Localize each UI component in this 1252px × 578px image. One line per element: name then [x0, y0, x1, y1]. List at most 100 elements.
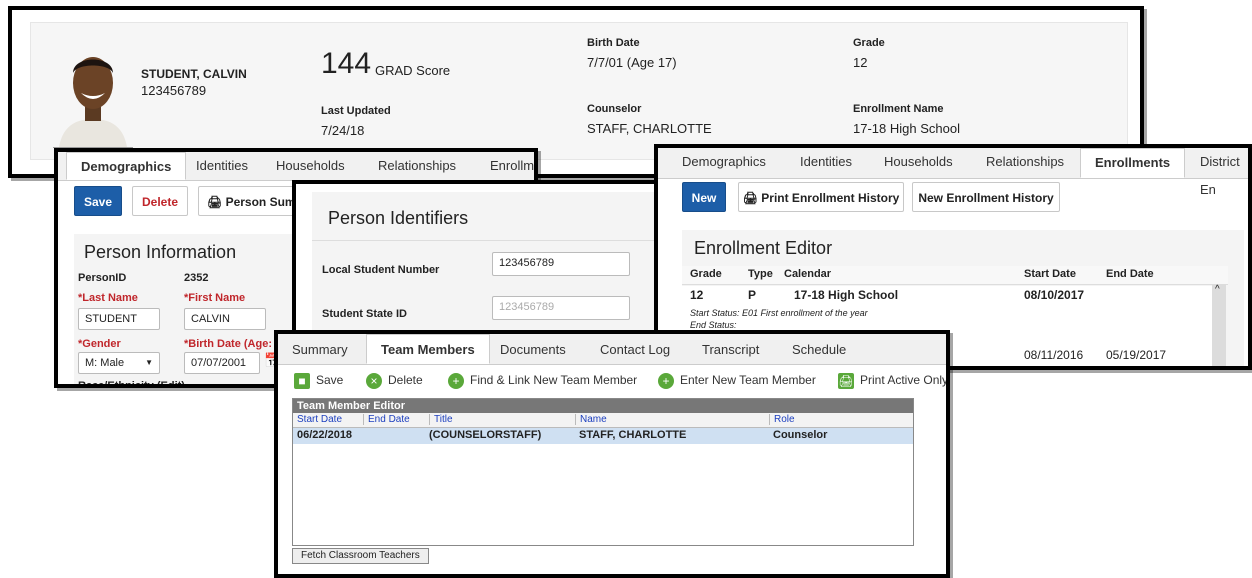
local-student-number-field[interactable]: 123456789 — [492, 252, 630, 276]
row-start-status: Start Status: E01 First enrollment of th… — [690, 308, 868, 318]
delete-button[interactable]: Delete — [132, 186, 188, 216]
grad-score-label: GRAD Score — [375, 63, 451, 78]
column-header-grade[interactable]: Grade — [690, 268, 722, 280]
person-summary-label: Person Sumr — [225, 195, 301, 209]
row-end-date: 05/19/2017 — [1106, 348, 1167, 362]
team-tabs: Summary Team Members Documents Contact L… — [278, 334, 946, 365]
student-state-id-field[interactable]: 123456789 — [492, 296, 630, 320]
team-member-editor: Team Member Editor Start Date End Date T… — [292, 398, 914, 546]
tab-district-enrollments[interactable]: District En — [1200, 148, 1248, 197]
column-header-name[interactable]: Name — [575, 414, 607, 425]
enrollment-name-label: Enrollment Name — [853, 103, 944, 115]
first-name-label: *First Name — [184, 292, 246, 304]
print-active-only-button[interactable]: 🖨 Print Active Only — [838, 370, 949, 390]
row-start-date: 08/10/2017 — [1024, 288, 1085, 302]
column-header-role[interactable]: Role — [769, 414, 795, 425]
row-type: P — [748, 288, 757, 302]
column-header-start-date[interactable]: Start Date — [1024, 268, 1076, 280]
row-end-status: End Status: — [690, 320, 737, 330]
column-header-calendar[interactable]: Calendar — [784, 268, 831, 280]
find-link-team-member-button[interactable]: + Find & Link New Team Member — [448, 370, 637, 390]
first-name-field[interactable]: CALVIN — [184, 308, 266, 330]
student-id: 123456789 — [141, 83, 207, 98]
demographics-tabs: Demographics Identities Households Relat… — [58, 152, 534, 181]
student-photo — [53, 43, 133, 148]
personid-value: 2352 — [184, 272, 209, 284]
student-name: STUDENT, CALVIN — [141, 67, 247, 81]
add-icon: + — [658, 372, 674, 389]
personid-label: PersonID — [78, 272, 127, 284]
save-icon: ■ — [294, 372, 310, 389]
column-header-end-date[interactable]: End Date — [363, 414, 410, 425]
grade-label: Grade — [853, 37, 885, 49]
student-state-id-label: Student State ID — [322, 308, 407, 320]
enter-new-team-member-button[interactable]: + Enter New Team Member — [658, 370, 816, 390]
identifiers-title: Person Identifiers — [328, 208, 469, 228]
team-members-window: Summary Team Members Documents Contact L… — [274, 330, 950, 578]
tab-summary[interactable]: Summary — [292, 336, 348, 364]
row-grade: 12 — [690, 288, 704, 302]
divider — [312, 240, 662, 241]
scrollbar[interactable]: ^ — [1212, 284, 1226, 366]
local-student-number-label: Local Student Number — [322, 264, 440, 276]
birth-date-value: 7/7/01 (Age 17) — [587, 55, 677, 70]
tab-team-members[interactable]: Team Members — [366, 334, 490, 364]
gender-select[interactable]: M: Male ▼ — [78, 352, 160, 374]
column-header-type[interactable]: Type — [748, 268, 773, 280]
tab-documents[interactable]: Documents — [500, 336, 566, 364]
column-header-end-date[interactable]: End Date — [1106, 268, 1154, 280]
tab-households[interactable]: Households — [276, 152, 345, 180]
delete-icon: × — [366, 372, 382, 389]
last-name-label: *Last Name — [78, 292, 138, 304]
enrollment-table-header: Grade Type Calendar Start Date End Date — [682, 266, 1228, 285]
last-name-field[interactable]: STUDENT — [78, 308, 160, 330]
chevron-down-icon: ▼ — [145, 358, 153, 367]
find-link-label: Find & Link New Team Member — [470, 373, 638, 387]
column-header-start-date[interactable]: Start Date — [297, 414, 342, 425]
delete-label: Delete — [388, 373, 423, 387]
tab-identities[interactable]: Identities — [800, 148, 852, 176]
tab-demographics[interactable]: Demographics — [66, 152, 187, 180]
section-title: Person Information — [84, 242, 237, 262]
save-label: Save — [316, 373, 344, 387]
new-enrollment-history-button[interactable]: New Enrollment History — [912, 182, 1060, 212]
enrollment-name-value: 17-18 High School — [853, 121, 960, 136]
column-header-title[interactable]: Title — [429, 414, 453, 425]
gender-label: *Gender — [78, 338, 121, 350]
table-row[interactable]: 06/22/2018 (COUNSELORSTAFF) STAFF, CHARL… — [293, 428, 913, 444]
add-icon: + — [448, 372, 464, 389]
birth-date-field[interactable]: 07/07/2001 — [184, 352, 260, 374]
tab-enrollments[interactable]: Enrollme — [490, 152, 534, 180]
save-button[interactable]: Save — [74, 186, 122, 216]
tab-demographics[interactable]: Demographics — [682, 148, 766, 176]
print-enrollment-history-button[interactable]: 🖨 Print Enrollment History — [738, 182, 904, 212]
chevron-up-icon[interactable]: ^ — [1215, 284, 1220, 295]
tab-households[interactable]: Households — [884, 148, 953, 176]
tab-transcript[interactable]: Transcript — [702, 336, 759, 364]
delete-button[interactable]: × Delete — [366, 370, 423, 390]
student-header-card: STUDENT, CALVIN 123456789 144 GRAD Score… — [30, 22, 1128, 160]
team-editor-title: Team Member Editor — [293, 399, 913, 413]
printer-icon: 🖨 — [207, 195, 223, 209]
tab-schedule[interactable]: Schedule — [792, 336, 846, 364]
tab-enrollments[interactable]: Enrollments — [1080, 148, 1186, 178]
row-name: STAFF, CHARLOTTE — [579, 429, 687, 441]
tab-identities[interactable]: Identities — [196, 152, 248, 180]
row-start-date: 06/22/2018 — [297, 429, 353, 441]
row-title: (COUNSELORSTAFF) — [429, 429, 542, 441]
tab-relationships[interactable]: Relationships — [986, 148, 1064, 176]
person-identifiers-window: Person Identifiers Local Student Number … — [292, 180, 666, 346]
print-enrollment-history-label: Print Enrollment History — [761, 191, 900, 205]
enrollments-tabs: Demographics Identities Households Relat… — [658, 148, 1248, 197]
tab-contact-log[interactable]: Contact Log — [600, 336, 670, 364]
save-button[interactable]: ■ Save — [294, 370, 343, 390]
print-active-label: Print Active Only — [860, 373, 949, 387]
row-start-date: 08/11/2016 — [1024, 348, 1084, 362]
tab-relationships[interactable]: Relationships — [378, 152, 456, 180]
fetch-classroom-teachers-button[interactable]: Fetch Classroom Teachers — [292, 548, 429, 564]
printer-icon: 🖨 — [838, 372, 854, 389]
new-button[interactable]: New — [682, 182, 726, 212]
team-table-header: Start Date End Date Title Name Role — [293, 413, 913, 428]
last-updated-value: 7/24/18 — [321, 123, 365, 138]
race-ethnicity-label: Race/Ethnicity (Edit) — [78, 380, 185, 388]
